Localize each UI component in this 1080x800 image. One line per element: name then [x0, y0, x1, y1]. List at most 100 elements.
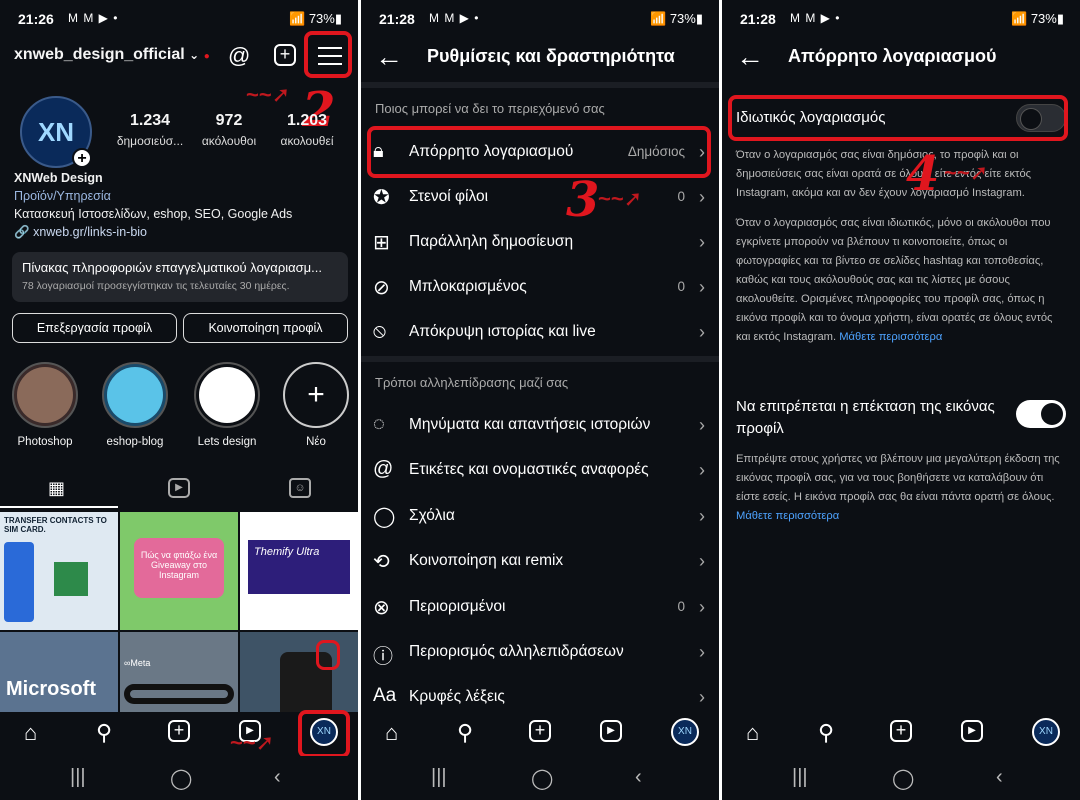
grid-tab-icon[interactable]: ▦ [48, 478, 65, 499]
notification-icons: M M ▶ • [68, 11, 119, 25]
phone-settings-screen: 21:28 M M ▶ • 📶 73%▮ ← Ρυθμίσεις και δρα… [361, 0, 719, 800]
notification-icons: M M ▶ • [429, 11, 480, 25]
home-icon[interactable]: ⌂ [24, 720, 52, 748]
chevron-right-icon: › [699, 277, 705, 297]
highlight-lets-design[interactable]: Lets design [193, 362, 261, 448]
edit-profile-button[interactable]: Επεξεργασία προφίλ [12, 313, 177, 343]
phone-account-privacy-screen: 21:28 M M ▶ • 📶 73%▮ ← Απόρρητο λογαριασ… [722, 0, 1080, 800]
notification-icons: M M ▶ • [790, 11, 841, 25]
new-post-icon[interactable]: + [274, 44, 296, 66]
chevron-right-icon: › [699, 415, 705, 435]
status-time: 21:28 [379, 11, 415, 27]
followers-count[interactable]: 972 ακόλουθοι [189, 112, 269, 148]
chevron-right-icon: › [699, 597, 705, 617]
annotation-arrow: ~~➚ [944, 160, 989, 185]
share-profile-button[interactable]: Κοινοποίηση προφίλ [183, 313, 348, 343]
learn-more-link[interactable]: Μάθετε περισσότερα [736, 510, 839, 522]
post-thumbnail[interactable]: TRANSFER CONTACTS TO SIM CARD. [0, 512, 118, 630]
chevron-right-icon: › [699, 187, 705, 207]
avatar[interactable]: XN + [20, 96, 92, 168]
status-time: 21:26 [18, 11, 54, 27]
chevron-right-icon: › [699, 506, 705, 526]
section-title: Τρόποι αλληλεπίδρασης μαζί σας [375, 375, 569, 390]
reels-tab-icon[interactable]: ▶ [168, 478, 190, 498]
profile-avatar-icon[interactable]: XN [671, 718, 699, 746]
profile-link[interactable]: 🔗 xnweb.gr/links-in-bio [14, 225, 147, 240]
annotation-arrow: ~~➚ [598, 186, 643, 211]
recents-icon[interactable]: ||| [431, 766, 447, 789]
row-sharing-remix[interactable]: ⟲ Κοινοποίηση και remix › [361, 539, 719, 583]
post-thumbnail[interactable]: Themify Ultra [240, 512, 358, 630]
dashboard-title: Πίνακας πληροφοριών επαγγελματικού λογαρ… [22, 260, 322, 275]
remix-icon: ⟲ [373, 551, 390, 573]
status-bar: 21:28 M M ▶ • 📶 73%▮ [722, 0, 1080, 38]
back-arrow-icon[interactable]: ← [375, 42, 403, 72]
status-bar: 21:26 M M ▶ • 📶 73%▮ [0, 0, 358, 38]
highlight-photoshop[interactable]: Photoshop [11, 362, 79, 448]
learn-more-link[interactable]: Μάθετε περισσότερα [839, 331, 942, 343]
text-icon: Aa [373, 685, 397, 706]
phone-profile-screen: 21:26 M M ▶ • 📶 73%▮ xnweb_design_offici… [0, 0, 358, 800]
annotation-arrow: ~~➚ [246, 82, 291, 107]
post-thumbnail[interactable]: Πώς να φτιάξω ένα Giveaway στο Instagram [120, 512, 238, 630]
hide-icon: ⦸ [373, 320, 387, 342]
reels-icon[interactable]: ▶ [600, 720, 622, 742]
active-tab-indicator [0, 506, 118, 508]
chevron-right-icon: › [699, 687, 705, 707]
new-highlight-button[interactable]: + Νέο [282, 362, 350, 448]
back-button-icon[interactable]: ‹ [996, 766, 1003, 789]
search-icon[interactable]: ⚲ [457, 720, 485, 748]
search-icon[interactable]: ⚲ [96, 720, 124, 748]
comment-icon: ◯ [373, 506, 396, 528]
home-icon[interactable]: ⌂ [385, 720, 413, 748]
back-arrow-icon[interactable]: ← [736, 42, 764, 72]
chevron-right-icon: › [699, 642, 705, 662]
create-icon[interactable]: + [529, 720, 551, 742]
create-icon[interactable]: + [890, 720, 912, 742]
home-icon[interactable]: ⌂ [746, 720, 774, 748]
search-icon[interactable]: ⚲ [818, 720, 846, 748]
row-restricted[interactable]: ⊗ Περιορισμένοι 0 › [361, 585, 719, 629]
chevron-right-icon: › [699, 460, 705, 480]
posts-count[interactable]: 1.234 δημοσιεύσ... [110, 112, 190, 148]
block-icon: ⊘ [373, 277, 390, 299]
row-close-friends[interactable]: ✪ Στενοί φίλοι 0 › [361, 175, 719, 219]
reels-icon[interactable]: ▶ [961, 720, 983, 742]
annotation-step-number: 4 [906, 146, 940, 202]
expand-profile-toggle[interactable] [1016, 400, 1066, 428]
back-button-icon[interactable]: ‹ [274, 766, 281, 789]
highlight-eshop-blog[interactable]: eshop-blog [101, 362, 169, 448]
row-messages[interactable]: ◌ Μηνύματα και απαντήσεις ιστοριών › [361, 403, 719, 447]
public-account-description: Όταν ο λογαριασμός σας είναι δημόσιος, τ… [736, 149, 1032, 199]
profile-avatar-icon[interactable]: XN [1032, 718, 1060, 746]
home-button-icon[interactable]: ◯ [892, 766, 914, 791]
plus-icon: + [283, 362, 349, 428]
profile-category: Προϊόν/Υπηρεσία [14, 189, 111, 203]
home-button-icon[interactable]: ◯ [170, 766, 192, 791]
bottom-navigation: ⌂ ⚲ + ▶ XN [722, 712, 1080, 756]
recents-icon[interactable]: ||| [792, 766, 808, 789]
row-blocked[interactable]: ⊘ Μπλοκαρισμένος 0 › [361, 265, 719, 309]
following-count[interactable]: 1.203 ακολουθεί [267, 112, 347, 148]
at-icon: @ [373, 458, 394, 480]
row-hide-story[interactable]: ⦸ Απόκρυψη ιστορίας και live › [361, 310, 719, 354]
chevron-right-icon: › [699, 551, 705, 571]
row-tags-mentions[interactable]: @ Ετικέτες και ονομαστικές αναφορές › [361, 448, 719, 492]
battery-indicator: 📶 73%▮ [650, 11, 703, 26]
tagged-tab-icon[interactable]: ☺ [289, 478, 311, 498]
back-button-icon[interactable]: ‹ [635, 766, 642, 789]
recents-icon[interactable]: ||| [70, 766, 86, 789]
add-story-icon[interactable]: + [72, 148, 92, 168]
threads-icon[interactable]: @ [228, 43, 250, 69]
row-comments[interactable]: ◯ Σχόλια › [361, 494, 719, 538]
create-icon[interactable]: + [168, 720, 190, 742]
row-cross-posting[interactable]: ⊞ Παράλληλη δημοσίευση › [361, 220, 719, 264]
home-button-icon[interactable]: ◯ [531, 766, 553, 791]
star-icon: ✪ [373, 187, 390, 209]
highlight-menu-box [304, 31, 352, 78]
profile-username[interactable]: xnweb_design_official ⌄ ● [14, 46, 210, 64]
highlight-profile-box [298, 710, 350, 758]
row-limit-interactions[interactable]: ⓘ Περιορισμός αλληλεπιδράσεων › [361, 630, 719, 674]
profile-description: Κατασκευή Ιστοσελίδων, eshop, SEO, Googl… [14, 207, 293, 221]
professional-dashboard[interactable]: Πίνακας πληροφοριών επαγγελματικού λογαρ… [12, 252, 348, 302]
